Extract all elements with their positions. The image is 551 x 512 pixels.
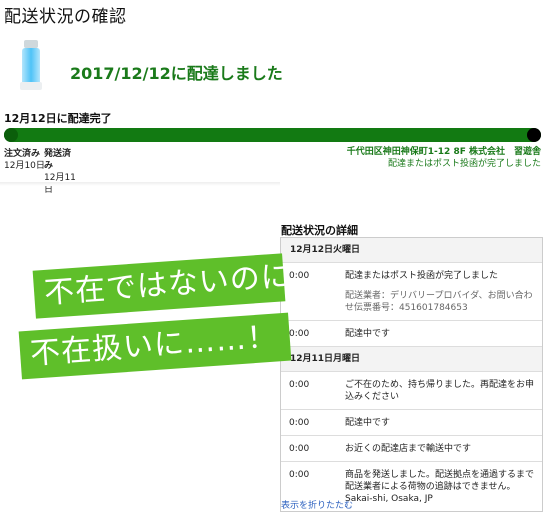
- step-label: 発送済み: [44, 149, 72, 171]
- event-time: 0:00: [289, 444, 310, 454]
- event-time: 0:00: [289, 271, 310, 281]
- progress-heading: 12月12日に配達完了: [4, 112, 112, 125]
- delivery-location: 千代田区神田神保町1-12 8F 株式会社 習遊舎 配達またはポスト投函が完了し…: [347, 146, 541, 170]
- step-date: 12月10日: [4, 161, 45, 171]
- step-label: 注文済み: [4, 149, 41, 159]
- progress-bar: [4, 128, 541, 142]
- event-subtext: Sakai-shi, Osaka, JP: [345, 494, 433, 504]
- event-text: 配達中です: [345, 418, 391, 428]
- divider: [0, 182, 280, 186]
- delivery-address: 千代田区神田神保町1-12 8F 株式会社 習遊舎: [346, 147, 541, 157]
- event-text: ご不在のため、持ち帰りました。再配達をお申込みください: [345, 380, 535, 402]
- event-row: 0:00 お近くの配達店まで輸送中です: [281, 435, 542, 461]
- event-time: 0:00: [289, 380, 310, 390]
- event-subtext: 配送業者：デリバリープロバイダ、お問い合わせ伝票番号：451601784653: [345, 291, 533, 313]
- day-header: 12月12日火曜日: [281, 238, 542, 262]
- bottle-base: [20, 82, 42, 90]
- delivered-status-text: 2017/12/12に配達しました: [70, 64, 283, 83]
- event-text: 配達またはポスト投函が完了しました: [345, 271, 499, 281]
- delivery-note: 配達またはポスト投函が完了しました: [387, 159, 541, 169]
- event-time: 0:00: [289, 329, 310, 339]
- event-row: 0:00 ご不在のため、持ち帰りました。再配達をお申込みください: [281, 371, 542, 409]
- step-shipped: 発送済み 12月11日: [44, 148, 78, 196]
- step-ordered: 注文済み 12月10日: [4, 148, 45, 172]
- details-table: 12月12日火曜日 0:00 配達またはポスト投函が完了しました 配送業者：デリ…: [280, 237, 543, 512]
- event-text: 配達中です: [345, 329, 391, 339]
- progress-start-dot: [4, 128, 18, 142]
- event-text: 商品を発送しました。配送拠点を通過するまで配送業者による荷物の追跡はできません。: [345, 470, 535, 492]
- product-thumbnail[interactable]: [20, 40, 42, 90]
- overlay-caption-line2: 不在扱いに……！: [18, 312, 292, 380]
- page-title: 配送状況の確認: [4, 7, 127, 27]
- details-title: 配送状況の詳細: [281, 224, 358, 237]
- event-time: 0:00: [289, 418, 310, 428]
- event-time: 0:00: [289, 470, 310, 480]
- progress-end-dot: [527, 128, 541, 142]
- event-text: お近くの配達店まで輸送中です: [345, 444, 472, 454]
- bottle-cap: [24, 40, 38, 48]
- event-row: 0:00 配達中です: [281, 409, 542, 435]
- overlay-caption-line1: 不在ではないのに: [32, 253, 293, 319]
- day-header: 12月11日月曜日: [281, 346, 542, 371]
- event-row: 0:00 配達中です: [281, 320, 542, 346]
- event-row: 0:00 配達またはポスト投函が完了しました 配送業者：デリバリープロバイダ、お…: [281, 262, 542, 320]
- collapse-link[interactable]: 表示を折りたたむ: [281, 498, 353, 511]
